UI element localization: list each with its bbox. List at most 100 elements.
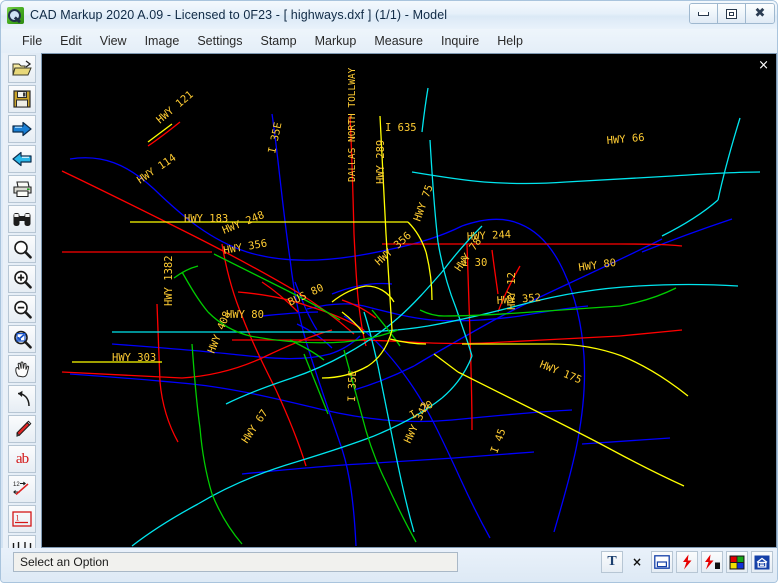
color-palette-icon (729, 555, 745, 569)
map-label: HWY 12 (506, 272, 518, 310)
close-icon: ✖ (754, 6, 766, 21)
application-window: CAD Markup 2020 A.09 - Licensed to 0F23 … (0, 0, 778, 583)
dimension-button[interactable]: 12 (8, 475, 36, 503)
undo-arrow-icon (17, 390, 30, 407)
menu-inquire[interactable]: Inquire (432, 32, 488, 50)
map-label: HWY 1382 (163, 255, 175, 306)
map-label: HWY 114 (135, 152, 178, 187)
save-disk-icon (13, 90, 31, 108)
map-label: HWY 183 (184, 213, 228, 225)
status-bar: Select an Option T × (1, 548, 777, 582)
clear-button[interactable]: × (626, 551, 648, 573)
pan-hand-icon (14, 361, 29, 378)
canvas-close-icon[interactable]: × (758, 59, 769, 72)
zoom-in-icon (13, 270, 32, 289)
svg-text:12: 12 (13, 482, 20, 488)
menu-file[interactable]: File (13, 32, 51, 50)
map-label: I 45 (489, 427, 509, 455)
zoom-window-icon (13, 330, 32, 349)
map-label: HWY 75 (412, 183, 436, 223)
close-x-icon: × (631, 555, 643, 569)
map-label: I 35E (266, 121, 284, 154)
save-button[interactable] (8, 85, 36, 113)
map-label: DALLAS NORTH TOLLWAY (347, 67, 358, 182)
menu-markup[interactable]: Markup (306, 32, 366, 50)
menu-image[interactable]: Image (136, 32, 189, 50)
printer-icon (12, 181, 32, 198)
lightning-button[interactable] (676, 551, 698, 573)
green-routes (173, 253, 677, 545)
map-label: HWY 356 (222, 237, 268, 257)
map-label: HWY 67 (240, 408, 271, 446)
map-label: HWY 356 (373, 230, 414, 269)
drawing-canvas[interactable]: × HWY 121 I 35E HWY 114 I 635 HWY 66 HWY… (41, 53, 777, 548)
panel-window-icon (654, 555, 670, 569)
highway-map: HWY 121I 35EHWY 114I 635HWY 66HWY 248DAL… (61, 67, 761, 547)
maximize-button[interactable] (718, 4, 746, 23)
menu-settings[interactable]: Settings (188, 32, 251, 50)
zoom-window-button[interactable] (8, 325, 36, 353)
menu-edit[interactable]: Edit (51, 32, 91, 50)
lightning-box-button[interactable] (701, 551, 723, 573)
menu-help[interactable]: Help (488, 32, 532, 50)
status-button-group: T × (601, 551, 773, 573)
window-controls: ✖ (689, 3, 775, 24)
menu-bar: File Edit View Image Settings Stamp Mark… (1, 29, 777, 53)
binoculars-icon (13, 212, 31, 226)
count-button[interactable]: 1 (8, 505, 36, 533)
menu-view[interactable]: View (91, 32, 136, 50)
lightning-box-icon (704, 554, 720, 570)
minimize-button[interactable] (690, 4, 718, 23)
map-label: HWY 352 (496, 292, 541, 307)
previous-button[interactable] (8, 145, 36, 173)
map-label: HWY 66 (606, 132, 645, 147)
zoom-button[interactable] (8, 235, 36, 263)
arrow-left-icon (12, 151, 32, 167)
text-t-icon: T (607, 554, 617, 569)
map-label: HWY 342 (402, 400, 432, 445)
count-number-icon: 1 (12, 511, 32, 527)
menu-stamp[interactable]: Stamp (252, 32, 306, 50)
pan-button[interactable] (8, 355, 36, 383)
map-label: I 35E (346, 370, 359, 402)
arrow-right-icon (12, 121, 32, 137)
map-label: HWY 175 (538, 359, 584, 387)
dimension-icon: 12 (13, 481, 29, 496)
map-label: HWY 289 (375, 140, 387, 184)
map-labels: HWY 121I 35EHWY 114I 635HWY 66HWY 248DAL… (112, 67, 645, 455)
pencil-icon (15, 420, 31, 437)
menu-measure[interactable]: Measure (365, 32, 432, 50)
lightning-icon (682, 554, 691, 570)
home-icon (754, 555, 770, 569)
print-button[interactable] (8, 175, 36, 203)
home-view-button[interactable] (751, 551, 773, 573)
left-toolbar: ab 12 1 (3, 53, 41, 582)
open-folder-icon (12, 60, 32, 76)
map-label: HWY 121 (154, 89, 196, 127)
app-icon (7, 6, 24, 24)
window-title: CAD Markup 2020 A.09 - Licensed to 0F23 … (30, 8, 448, 22)
map-label: I 635 (385, 122, 417, 134)
color-palette-button[interactable] (726, 551, 748, 573)
draw-button[interactable] (8, 415, 36, 443)
main-body: ab 12 1 × HWY 121 I 35E HWY 114 I 635 HW… (1, 53, 777, 582)
text-annotation-button[interactable]: T (601, 551, 623, 573)
close-button[interactable]: ✖ (746, 4, 774, 23)
svg-text:1: 1 (16, 514, 20, 523)
zoom-out-button[interactable] (8, 295, 36, 323)
panel-toggle-button[interactable] (651, 551, 673, 573)
status-message: Select an Option (13, 552, 458, 572)
maximize-icon (726, 8, 737, 19)
undo-button[interactable] (8, 385, 36, 413)
map-label: HWY 303 (112, 352, 156, 364)
text-tool-button[interactable]: ab (8, 445, 36, 473)
text-ab-icon: ab (15, 450, 29, 467)
find-button[interactable] (8, 205, 36, 233)
zoom-in-button[interactable] (8, 265, 36, 293)
zoom-out-icon (13, 300, 32, 319)
next-button[interactable] (8, 115, 36, 143)
map-label: HWY 80 (578, 257, 617, 274)
minimize-icon (698, 11, 709, 16)
title-bar: CAD Markup 2020 A.09 - Licensed to 0F23 … (1, 1, 777, 29)
open-folder-button[interactable] (8, 55, 36, 83)
